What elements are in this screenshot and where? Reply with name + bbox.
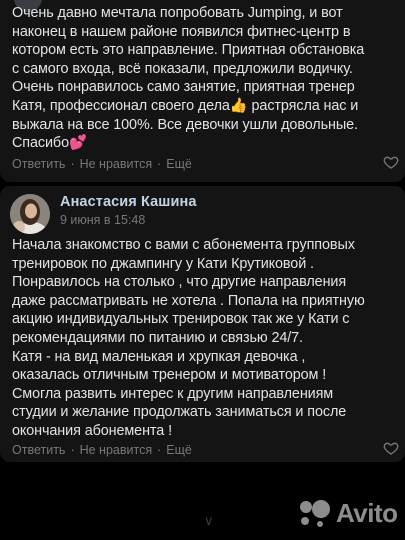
review-card: Анастасия Кашина 9 июня в 15:48 Начала з…	[0, 186, 405, 462]
dislike-button[interactable]: Не нравится	[80, 443, 153, 457]
avatar[interactable]	[10, 194, 50, 234]
chevron-down-icon[interactable]: ∨	[204, 513, 214, 529]
dislike-button[interactable]: Не нравится	[80, 157, 153, 171]
reply-button[interactable]: Ответить	[12, 157, 65, 171]
separator-dot: ·	[157, 157, 162, 171]
heart-icon[interactable]	[383, 440, 399, 456]
avito-watermark: Avito	[296, 498, 398, 529]
avito-logo-icon	[300, 499, 330, 527]
more-button[interactable]: Ещё	[166, 157, 192, 171]
review-date: 9 июня в 15:48	[60, 213, 146, 227]
separator-dot: ·	[70, 443, 75, 457]
review-actions: Ответить · Не нравится · Ещё	[12, 443, 192, 457]
separator-dot: ·	[70, 157, 75, 171]
review-text: Начала знакомство с вами с абонемента гр…	[12, 237, 365, 439]
more-button[interactable]: Ещё	[166, 443, 192, 457]
avatar-photo	[10, 194, 50, 234]
heart-icon[interactable]	[383, 154, 399, 170]
separator-dot: ·	[157, 443, 162, 457]
review-card: Очень давно мечтала попробовать Jumping,…	[0, 0, 405, 182]
review-text: Очень давно мечтала попробовать Jumping,…	[12, 5, 365, 152]
reply-button[interactable]: Ответить	[12, 443, 65, 457]
avito-brand: Avito	[336, 498, 398, 528]
review-actions: Ответить · Не нравится · Ещё	[12, 157, 192, 171]
author-name[interactable]: Анастасия Кашина	[60, 194, 197, 210]
